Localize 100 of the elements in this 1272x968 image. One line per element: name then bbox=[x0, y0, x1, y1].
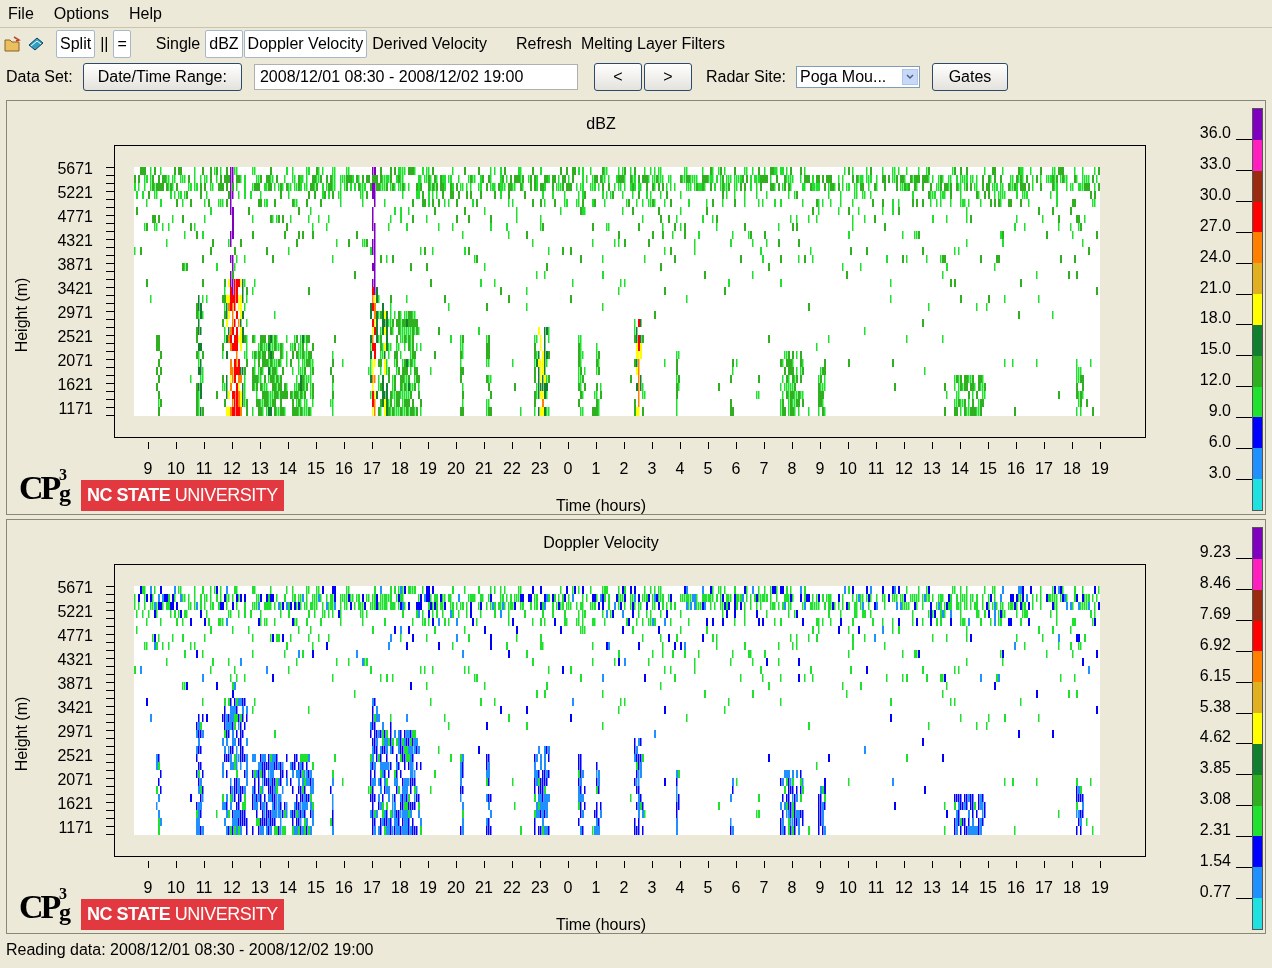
legend-label: 21.0 bbox=[1199, 279, 1231, 296]
axis-label: 15 bbox=[307, 460, 325, 477]
axis-label: 2 bbox=[619, 879, 629, 896]
legend-label: 12.0 bbox=[1199, 371, 1231, 388]
axis-label: 10 bbox=[839, 879, 857, 896]
axis-label: 20 bbox=[447, 460, 465, 477]
axis-label: 0 bbox=[563, 460, 573, 477]
axis-label: 7 bbox=[759, 879, 769, 896]
axis-label: 1171 bbox=[58, 400, 93, 417]
book-icon[interactable] bbox=[27, 35, 45, 53]
axis-label: 8 bbox=[787, 460, 797, 477]
legend-label: 4.62 bbox=[1199, 728, 1231, 745]
axis-label: 3 bbox=[647, 460, 657, 477]
legend-label: 7.69 bbox=[1199, 605, 1231, 622]
axis-label: 9 bbox=[815, 879, 825, 896]
axis-label: 19 bbox=[1091, 460, 1109, 477]
axis-label: 16 bbox=[335, 460, 353, 477]
legend-label: 36.0 bbox=[1199, 124, 1231, 141]
legend-label: 3.0 bbox=[1208, 464, 1231, 481]
axis-label: 13 bbox=[923, 460, 941, 477]
toolbar-button[interactable]: Single bbox=[151, 30, 205, 58]
axis-label: 1 bbox=[591, 460, 601, 477]
axis-label: 4771 bbox=[57, 627, 93, 644]
legend-label: 3.85 bbox=[1199, 759, 1231, 776]
axis-title: Time (hours) bbox=[555, 497, 647, 514]
toolbar-button[interactable]: Melting Layer Filters bbox=[577, 30, 730, 58]
axis-label: 7 bbox=[759, 460, 769, 477]
axis-title: Height (m) bbox=[13, 277, 30, 353]
axis-label: 3421 bbox=[57, 699, 93, 716]
axis-label: 19 bbox=[419, 879, 437, 896]
axis-label: 16 bbox=[1007, 460, 1025, 477]
axis-label: 17 bbox=[363, 460, 381, 477]
axis-label: 3871 bbox=[57, 675, 93, 692]
axis-label: 17 bbox=[1035, 879, 1053, 896]
axis-label: 4771 bbox=[57, 208, 93, 225]
gates-button[interactable]: Gates bbox=[932, 63, 1008, 91]
toolbar-button[interactable]: = bbox=[113, 30, 131, 58]
toolbar-button[interactable]: || bbox=[96, 30, 113, 58]
legend-label: 15.0 bbox=[1199, 340, 1231, 357]
axis-label: 17 bbox=[363, 879, 381, 896]
next-button[interactable]: > bbox=[643, 63, 692, 91]
date-range-field[interactable]: 2008/12/01 08:30 - 2008/12/02 19:00 bbox=[253, 64, 578, 90]
axis-label: 5 bbox=[703, 879, 713, 896]
axis-label: 4321 bbox=[57, 651, 93, 668]
status-text: Reading data: 2008/12/01 08:30 - 2008/12/02 19:00 bbox=[5, 940, 375, 960]
caret-icon[interactable] bbox=[902, 69, 918, 85]
legend-label: 6.0 bbox=[1208, 433, 1231, 450]
axis-label: 10 bbox=[167, 460, 185, 477]
axis-label: 18 bbox=[391, 460, 409, 477]
axis-label: 10 bbox=[839, 460, 857, 477]
legend-label: 18.0 bbox=[1199, 309, 1231, 326]
university-logo: NC STATE UNIVERSITY bbox=[81, 480, 284, 511]
axis-label: 11 bbox=[195, 460, 213, 477]
legend-label: 33.0 bbox=[1199, 155, 1231, 172]
menu-item[interactable]: File bbox=[6, 1, 36, 26]
toolbar-button[interactable]: Doppler Velocity bbox=[243, 30, 368, 58]
legend-label: 9.23 bbox=[1199, 543, 1231, 560]
axis-label: 10 bbox=[167, 879, 185, 896]
axis-label: 17 bbox=[1035, 460, 1053, 477]
axis-title: Height (m) bbox=[13, 696, 30, 772]
axis-label: 12 bbox=[223, 460, 241, 477]
axis-label: 23 bbox=[531, 460, 549, 477]
axis-label: 20 bbox=[447, 879, 465, 896]
legend-label: 6.15 bbox=[1199, 667, 1231, 684]
axis-label: 16 bbox=[1007, 879, 1025, 896]
axis-label: 2971 bbox=[57, 304, 93, 321]
axis-label: 5 bbox=[703, 460, 713, 477]
previous-button[interactable]: < bbox=[593, 63, 642, 91]
toolbar-button[interactable]: dBZ bbox=[205, 30, 243, 58]
axis-label: 14 bbox=[951, 460, 969, 477]
toolbar-button[interactable]: Split bbox=[56, 30, 96, 58]
axis-label: 18 bbox=[391, 879, 409, 896]
menu-item[interactable]: Help bbox=[126, 1, 164, 26]
axis-label: 13 bbox=[923, 879, 941, 896]
site-dropdown[interactable]: Poga Mou... bbox=[796, 66, 920, 88]
axis-label: 15 bbox=[979, 460, 997, 477]
date-range-button[interactable]: Date/Time Range: bbox=[82, 63, 242, 91]
axis-label: 3871 bbox=[57, 256, 93, 273]
legend-label: 5.38 bbox=[1199, 698, 1231, 715]
axis-label: 21 bbox=[475, 460, 493, 477]
chart-title: Doppler Velocity bbox=[543, 534, 659, 551]
axis-label: 22 bbox=[503, 460, 521, 477]
legend-label: 0.77 bbox=[1199, 883, 1231, 900]
legend-label: 3.08 bbox=[1199, 790, 1231, 807]
axis-label: 5221 bbox=[57, 184, 93, 201]
axis-label: 9 bbox=[815, 460, 825, 477]
toolbar-button[interactable]: Refresh bbox=[511, 30, 576, 58]
axis-label: 5221 bbox=[57, 603, 93, 620]
axis-label: 19 bbox=[1091, 879, 1109, 896]
axis-label: 11 bbox=[867, 460, 885, 477]
axis-label: 19 bbox=[419, 460, 437, 477]
axis-label: 5671 bbox=[57, 579, 93, 596]
toolbar-button[interactable]: Derived Velocity bbox=[368, 30, 491, 58]
axis-label: 15 bbox=[307, 879, 325, 896]
axis-label: 13 bbox=[251, 879, 269, 896]
axis-label: 14 bbox=[279, 460, 297, 477]
folder-icon[interactable] bbox=[4, 35, 22, 53]
menu-item[interactable]: Options bbox=[51, 1, 111, 26]
axis-label: 15 bbox=[979, 879, 997, 896]
axis-label: 9 bbox=[143, 460, 153, 477]
